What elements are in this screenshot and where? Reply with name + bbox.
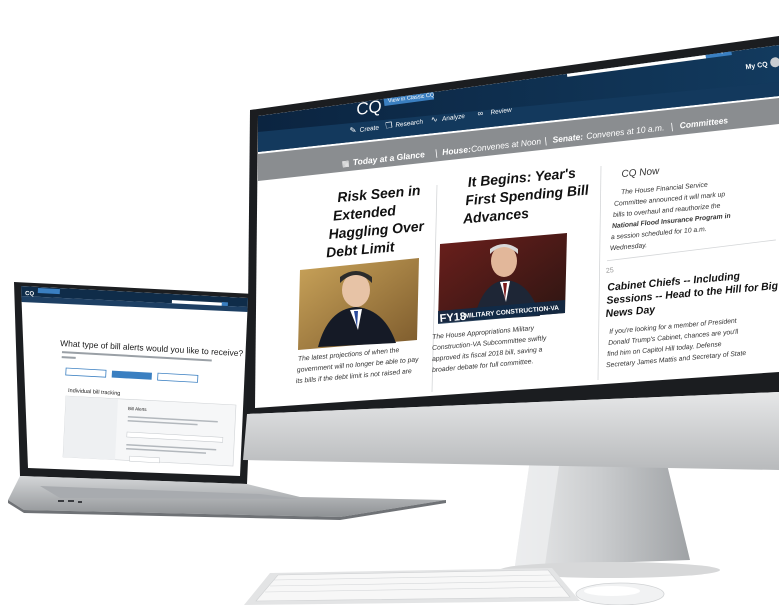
mouse-highlight [584,586,640,596]
mouse [575,582,665,605]
calendar-icon: ▦ [341,159,350,169]
nav-analyze-icon: ∿ [430,115,438,125]
keyboard [244,568,580,605]
nav-create-icon: ✎ [349,125,357,135]
laptop-panel-sidebar [63,396,118,460]
scene: CQ What type of bill alerts would you li… [8,36,779,605]
cq-now-item-number: 25 [606,267,614,275]
desktop-monitor: CQ View in Classic CQ Search Advanced Se… [243,36,779,578]
fy18-badge: FY18 [439,311,466,325]
nav-research-icon: ❐ [385,121,393,131]
story1-photo[interactable] [298,258,419,350]
